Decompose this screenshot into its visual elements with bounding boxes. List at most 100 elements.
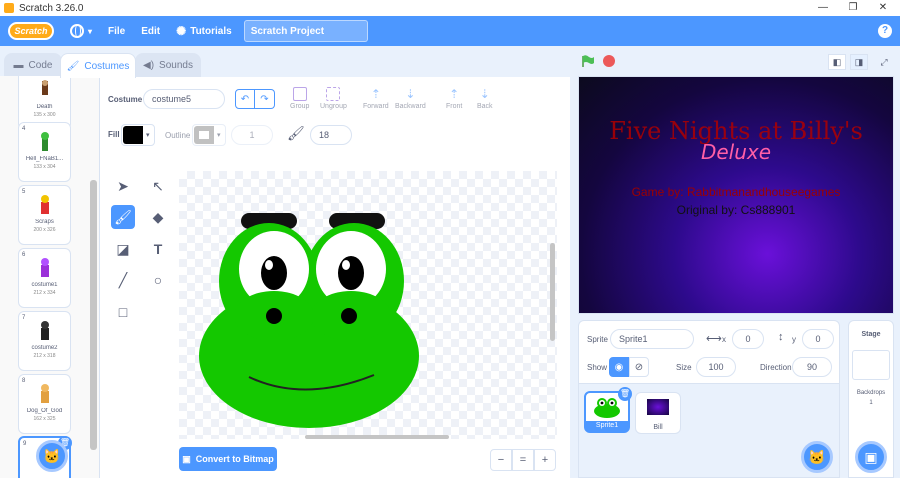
backward-label: Backward [395,103,426,110]
zoom-out-icon[interactable]: − [490,449,512,471]
outline-swatch [194,126,214,144]
group-button[interactable]: Group [290,87,309,110]
window-title: Scratch 3.26.0 [19,2,84,14]
large-stage-icon[interactable]: ◨ [850,54,868,70]
costume-item[interactable]: 5 Scraps 200 x 326 [18,185,71,245]
costume-number: 7 [22,315,26,321]
sprite-name: Bill [653,424,663,431]
zoom-in-icon[interactable]: + [534,449,556,471]
hide-eye-slash-icon[interactable]: ⊘ [629,357,649,377]
brush-size-icon: 🖌 [287,125,305,141]
fullscreen-icon[interactable]: ⤢ [875,54,893,70]
brush-tool-icon[interactable]: 🖌 [111,205,135,229]
costume-size: 135 x 300 [33,112,56,118]
language-menu[interactable]: ▾ [70,24,92,38]
costume-number: 5 [22,189,26,195]
fill-color-picker[interactable]: ▾ [121,124,155,146]
tab-sounds[interactable]: ◀) Sounds [135,53,201,77]
zoom-reset-icon[interactable]: = [512,449,534,471]
minimize-icon[interactable]: — [808,0,838,16]
sprite-name: Sprite1 [586,421,628,431]
outline-label: Outline [165,131,191,140]
costume-size: 200 x 326 [33,227,56,233]
costume-size: 162 x 325 [33,416,56,422]
x-label: x [722,335,726,344]
costume-item[interactable]: 8 Dog_Of_God 162 x 325 [18,374,71,434]
undo-icon[interactable]: ↶ [235,89,255,109]
tab-costumes[interactable]: 🖌 Costumes [60,53,136,78]
backward-icon: ⇣ [405,87,416,101]
file-menu[interactable]: File [108,26,125,37]
y-arrows-icon: ↕ [778,331,784,343]
sprite-tile-selected[interactable]: Sprite1 🗑 [584,387,632,433]
ungroup-icon [326,87,341,101]
reshape-tool-icon[interactable]: ↖ [146,174,170,198]
frog-costume-drawing [199,213,419,428]
forward-button[interactable]: ⇡ Forward [363,87,389,110]
small-stage-icon[interactable]: ◧ [828,54,846,70]
front-label: Front [446,103,463,110]
back-button[interactable]: ⇣ Back [477,87,493,110]
costume-name-input[interactable]: costume5 [143,89,225,109]
tab-code[interactable]: ▬ Code [4,53,62,77]
sprite-tile[interactable]: Bill [635,392,681,434]
forward-icon: ⇡ [370,87,381,101]
delete-sprite-icon[interactable]: 🗑 [618,387,632,401]
group-label: Group [290,103,310,110]
tutorials-menu[interactable]: ✺ Tutorials [176,24,232,38]
front-button[interactable]: ⇡ Front [446,87,462,110]
costume-thumbnail [41,321,49,340]
size-input[interactable]: 100 [696,357,736,377]
text-tool-icon[interactable]: T [146,237,170,261]
y-input[interactable]: 0 [802,329,834,349]
line-tool-icon[interactable]: ╱ [111,268,135,292]
menu-bar: Scratch ▾ File Edit ✺ Tutorials Scratch … [0,16,900,46]
left-nostril [266,308,282,324]
stage-subtitle-text: Deluxe [700,140,772,164]
stop-icon[interactable] [603,55,615,67]
right-eye-shine [342,260,350,270]
edit-menu[interactable]: Edit [141,26,160,37]
maximize-icon[interactable]: ❐ [838,0,868,16]
circle-tool-icon[interactable]: ○ [146,268,170,292]
select-tool-arrow-icon[interactable]: ➤ [111,174,135,198]
sprite-name-input[interactable]: Sprite1 [610,329,694,349]
chevron-down-icon: ▾ [217,132,221,139]
canvas-horizontal-scrollbar[interactable] [305,435,449,439]
redo-icon[interactable]: ↷ [255,89,275,109]
add-costume-button[interactable]: 🐱 [36,440,68,472]
brush-size-input[interactable]: 18 [310,125,352,145]
green-flag-icon[interactable] [582,55,594,67]
stage-display[interactable]: Five Nights at Billy's Deluxe Game by: R… [578,76,894,314]
ungroup-button[interactable]: Ungroup [320,87,347,110]
outline-width-input[interactable]: 1 [231,125,273,145]
add-backdrop-button[interactable]: ▣ [855,441,887,473]
front-icon: ⇡ [449,87,460,101]
convert-label: Convert to Bitmap [195,454,274,464]
costume-item[interactable]: 7 costume2 212 x 318 [18,311,71,371]
x-input[interactable]: 0 [732,329,764,349]
costume-name: Scraps [35,219,54,225]
backward-button[interactable]: ⇣ Backward [395,87,426,110]
add-sprite-button[interactable]: 🐱 [801,441,833,473]
scratch-logo[interactable]: Scratch [8,22,54,40]
project-title-input[interactable]: Scratch Project [243,20,368,42]
help-icon[interactable]: ? [878,24,892,38]
image-plus-icon: ▣ [864,448,878,465]
back-icon: ⇣ [479,87,490,101]
backdrops-label: Backdrops [856,390,886,396]
close-icon[interactable]: ✕ [868,0,898,16]
costume-list-scrollbar[interactable] [90,180,97,450]
outline-color-picker[interactable]: ▾ [192,124,226,146]
paint-canvas[interactable] [179,171,557,439]
costume-item[interactable]: 4 Hell_FNaB1... 133 x 304 [18,122,71,182]
canvas-vertical-scrollbar[interactable] [550,243,555,341]
show-visible-eye-icon[interactable]: ◉ [609,357,629,377]
eraser-tool-icon[interactable]: ◆ [146,205,170,229]
rectangle-tool-icon[interactable]: □ [111,300,135,324]
fill-tool-bucket-icon[interactable]: ◪ [111,237,135,261]
direction-input[interactable]: 90 [792,357,832,377]
costume-item[interactable]: 6 costume1 212 x 334 [18,248,71,308]
convert-to-bitmap-button[interactable]: ▣ Convert to Bitmap [179,447,277,471]
tab-sounds-label: Sounds [159,60,193,71]
